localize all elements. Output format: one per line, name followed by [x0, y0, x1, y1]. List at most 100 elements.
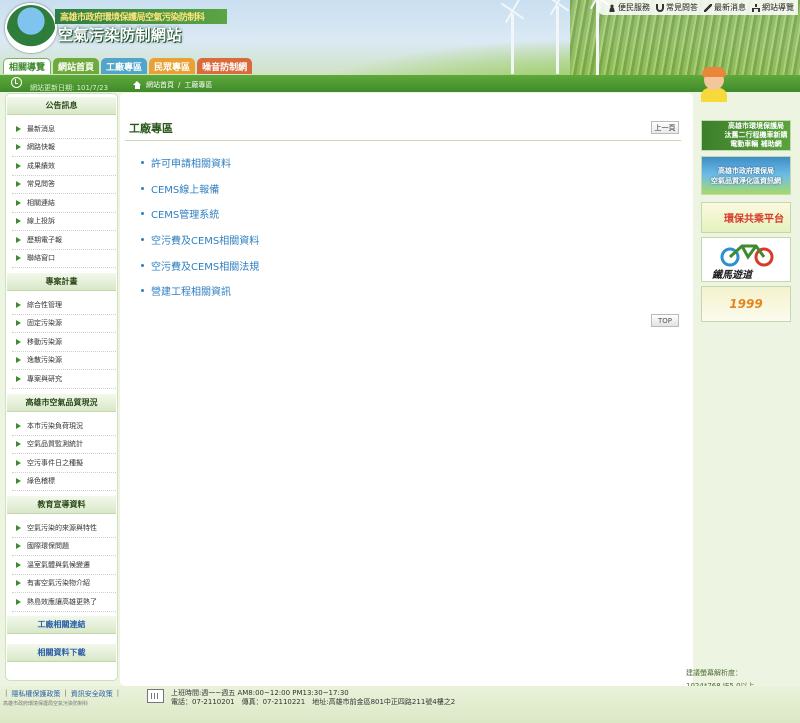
sidebar-item-research[interactable]: 專案與研究: [12, 370, 116, 389]
arrow-right-icon: [16, 441, 21, 448]
bullet-icon: [141, 161, 144, 165]
bullet-icon: [141, 238, 144, 242]
link-fee-cems-regulations[interactable]: 空污費及CEMS相關法規: [141, 252, 259, 278]
section-projects[interactable]: 專案計畫: [7, 273, 116, 291]
tab-factory[interactable]: 工廠專區: [101, 58, 148, 74]
sidebar-item-related-links[interactable]: 相關連結: [12, 194, 116, 213]
site-header: 高雄市政府環境保護局空氣污染防制科 空氣污染防制網站 便民服務 常見問答 最新消…: [0, 0, 800, 75]
back-to-top-button[interactable]: TOP: [651, 314, 679, 327]
prev-page-button[interactable]: 上一頁: [651, 121, 679, 134]
arrow-right-icon: [16, 255, 21, 262]
arrow-right-icon: [16, 478, 21, 485]
sidebar-item-faq[interactable]: 常見問答: [12, 176, 116, 194]
question-icon: [656, 3, 664, 12]
arrow-right-icon: [16, 459, 21, 466]
top-utility-links: 便民服務 常見問答 最新消息 網站導覽: [598, 0, 798, 15]
wind-turbine-icon: [511, 14, 514, 74]
banner-1999-hotline[interactable]: 1999: [701, 286, 791, 322]
tab-sitemap[interactable]: 相關導覽: [3, 58, 52, 74]
downloads-button[interactable]: 相關資料下載: [7, 644, 116, 662]
arrow-right-icon: [16, 320, 21, 327]
banner-bikeway[interactable]: 鐵馬遊道: [701, 237, 791, 282]
privacy-policy-link[interactable]: 隱私權保護政策: [11, 689, 60, 699]
announcements-menu: 最新消息 網路快報 成果績效 常見問答 相關連結 線上投訴 歷期電子報 聯絡窗口: [12, 120, 116, 268]
contact-info: 電話：07-2110201 傳真：07-2110221 地址:高雄市前金區801…: [171, 698, 456, 706]
site-title[interactable]: 空氣污染防制網站: [58, 24, 182, 45]
service-link[interactable]: 便民服務: [608, 2, 650, 13]
air-quality-menu: 本市污染負荷現況 空氣品質監測統計 空污事件日之種擬 綠色稽標: [12, 417, 116, 491]
link-construction-info[interactable]: 營建工程相關資訊: [141, 278, 259, 304]
section-announcements[interactable]: 公告訊息: [7, 97, 116, 115]
arrow-right-icon: [16, 543, 21, 550]
update-date: 網站更新日期: 101/7/23: [30, 84, 109, 92]
arrow-right-icon: [16, 218, 21, 225]
arrow-right-icon: [16, 144, 21, 151]
tab-public[interactable]: 民眾專區: [149, 58, 196, 74]
sidebar-item-hazardous-pollutants[interactable]: 有害空氣污染物介紹: [12, 575, 116, 593]
bullet-icon: [141, 289, 144, 293]
banner-bikeway-text: 鐵馬遊道: [712, 270, 752, 281]
sidebar-item-pollution-load[interactable]: 本市污染負荷現況: [12, 417, 116, 436]
sidebar-item-mobile-source[interactable]: 移動污染源: [12, 333, 116, 352]
sidebar-item-contact[interactable]: 聯絡窗口: [12, 250, 116, 268]
sitemap-icon: [752, 3, 760, 12]
sitemap-link[interactable]: 網站導覽: [752, 2, 794, 13]
footer-links: | 隱私權保護政策 | 資訊安全政策 |: [5, 689, 120, 699]
banner-air-purification[interactable]: 高雄市政府環保局 空氣品質淨化區資訊網: [701, 156, 791, 195]
security-policy-link[interactable]: 資訊安全政策: [71, 689, 113, 699]
sidebar-item-stationary-source[interactable]: 固定污染源: [12, 315, 116, 333]
tab-home[interactable]: 網站首頁: [53, 58, 100, 74]
sidebar-item-monitoring-stats[interactable]: 空氣品質監測統計: [12, 436, 116, 454]
banner-scooter-subsidy[interactable]: 高雄市環境保護局 汰舊二行程機車新購 電動車輛 補助網: [701, 120, 791, 151]
sidebar-item-climate-change[interactable]: 溫室氣體與氣候變遷: [12, 556, 116, 575]
arrow-right-icon: [16, 357, 21, 364]
sidebar-item-results[interactable]: 成果績效: [12, 157, 116, 176]
page-title: 工廠專區: [129, 122, 173, 135]
faq-link[interactable]: 常見問答: [656, 2, 698, 13]
section-air-quality[interactable]: 高雄市空氣品質現況: [7, 394, 116, 412]
kid-mascot-illustration: [697, 66, 731, 103]
arrow-right-icon: [16, 162, 21, 169]
clock-icon: [11, 77, 22, 88]
breadcrumb-current: 工廠專區: [184, 81, 213, 89]
link-fee-cems-data[interactable]: 空污費及CEMS相關資料: [141, 227, 259, 253]
home-icon[interactable]: [133, 81, 142, 89]
section-education[interactable]: 教育宣導資料: [7, 496, 116, 514]
sidebar-item-latest-news[interactable]: 最新消息: [12, 120, 116, 139]
breadcrumb-home[interactable]: 網站首頁: [146, 80, 174, 90]
link-cems-online-report[interactable]: CEMS線上報備: [141, 176, 259, 202]
pen-icon: [704, 3, 712, 12]
arrow-right-icon: [16, 422, 21, 429]
link-permit-application[interactable]: 許可申請相關資料: [141, 150, 259, 176]
epb-logo[interactable]: [5, 3, 57, 53]
arrow-right-icon: [16, 338, 21, 345]
arrow-right-icon: [16, 561, 21, 568]
sidebar-item-green-label[interactable]: 綠色稽標: [12, 473, 116, 491]
sidebar-item-integrated-mgmt[interactable]: 綜合性管理: [12, 296, 116, 315]
tab-noise[interactable]: 噪音防制網: [197, 58, 253, 74]
sidebar-item-heat-island[interactable]: 熱島效應讓高雄更熱了: [12, 593, 116, 612]
sidebar-item-online-complaint[interactable]: 線上投訴: [12, 213, 116, 231]
sidebar-item-newsletter[interactable]: 歷期電子報: [12, 231, 116, 250]
banner-carpool[interactable]: 環保共乘平台: [701, 202, 791, 233]
sidebar-item-intl-issues[interactable]: 國際環保問題: [12, 538, 116, 556]
factory-link-list: 許可申請相關資料 CEMS線上報備 CEMS管理系統 空污費及CEMS相關資料 …: [141, 150, 259, 304]
sidebar-item-pollution-sources[interactable]: 空氣污染的來源與特性: [12, 519, 116, 538]
arrow-right-icon: [16, 524, 21, 531]
factory-links-button[interactable]: 工廠相關連結: [7, 616, 116, 634]
arrow-right-icon: [16, 236, 21, 243]
left-sidebar: 公告訊息 最新消息 網路快報 成果績效 常見問答 相關連結 線上投訴 歷期電子報…: [5, 93, 118, 681]
breadcrumb-separator: /: [178, 81, 181, 89]
wind-turbine-icon: [556, 6, 559, 74]
news-link[interactable]: 最新消息: [704, 2, 746, 13]
link-cems-management[interactable]: CEMS管理系統: [141, 201, 259, 227]
status-bar: [0, 75, 800, 92]
arrow-right-icon: [16, 580, 21, 587]
sidebar-item-pollution-events[interactable]: 空污事件日之種擬: [12, 454, 116, 473]
bullet-icon: [141, 186, 144, 190]
arrow-right-icon: [16, 301, 21, 308]
projects-menu: 綜合性管理 固定污染源 移動污染源 逸散污染源 專案與研究: [12, 296, 116, 389]
sidebar-item-net-bulletin[interactable]: 網路快報: [12, 139, 116, 157]
sidebar-item-fugitive-source[interactable]: 逸散污染源: [12, 352, 116, 370]
person-icon: [608, 3, 616, 12]
